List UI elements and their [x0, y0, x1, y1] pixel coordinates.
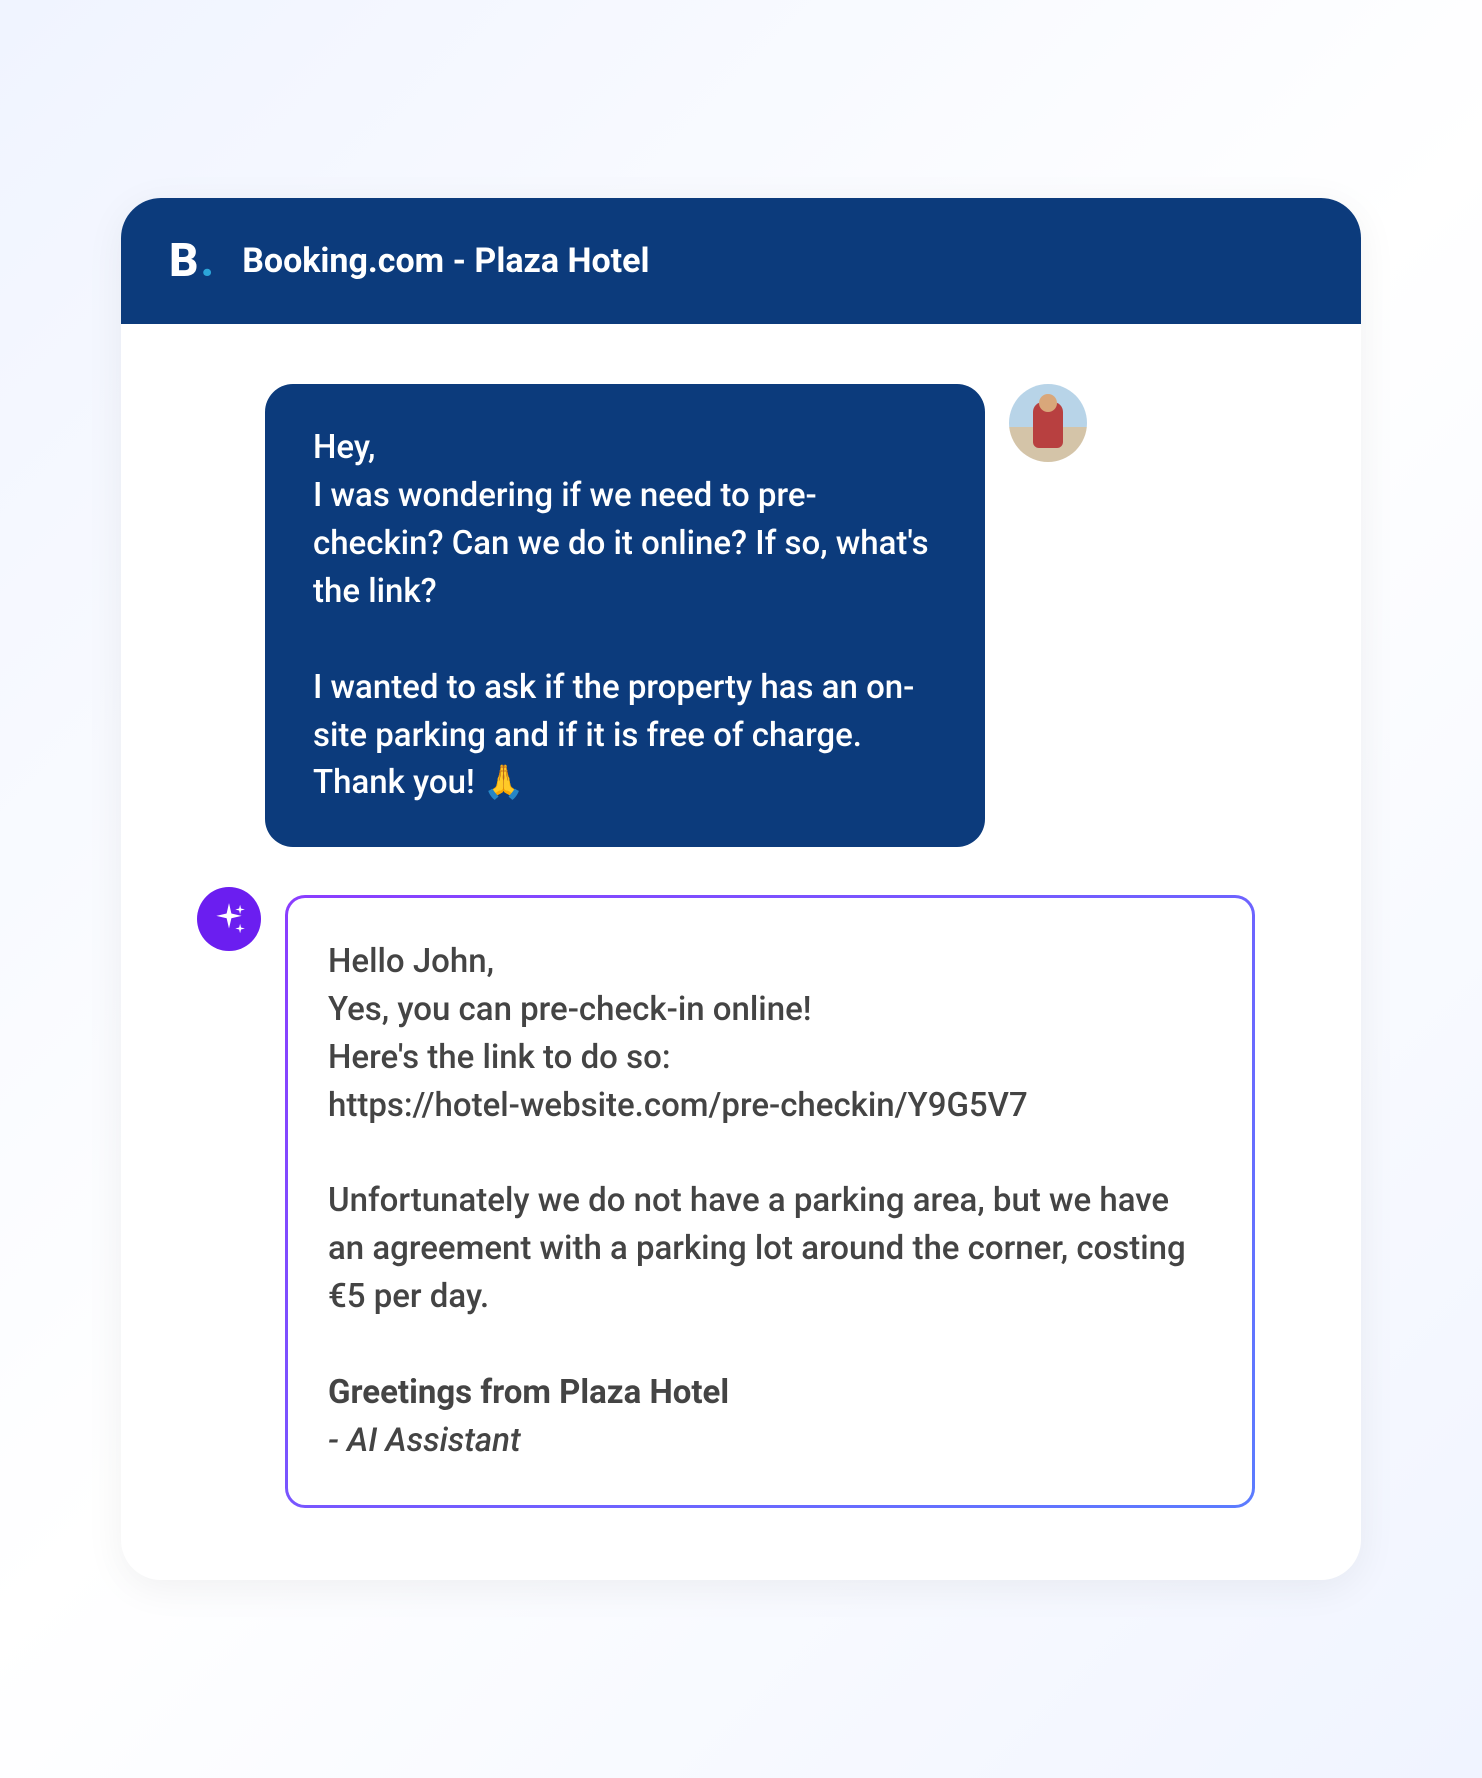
- ai-greeting: Hello John,: [328, 942, 494, 981]
- ai-message-bubble: Hello John, Yes, you can pre-check-in on…: [285, 895, 1255, 1507]
- ai-signature: - AI Assistant: [328, 1421, 521, 1460]
- chat-card: B. Booking.com - Plaza Hotel Hey, I was …: [121, 198, 1361, 1579]
- logo-letter: B: [169, 234, 199, 288]
- ai-body-2: Unfortunately we do not have a parking a…: [328, 1181, 1186, 1316]
- ai-message-row: Hello John, Yes, you can pre-check-in on…: [197, 895, 1305, 1507]
- ai-closing: Greetings from Plaza Hotel: [328, 1373, 729, 1412]
- ai-sparkle-icon: [197, 887, 261, 951]
- ai-message-content: Hello John, Yes, you can pre-check-in on…: [288, 898, 1252, 1504]
- chat-header: B. Booking.com - Plaza Hotel: [121, 198, 1361, 324]
- user-avatar: [1009, 384, 1087, 462]
- user-message-row: Hey, I was wondering if we need to pre-c…: [265, 384, 1305, 847]
- logo-dot: .: [201, 234, 215, 288]
- user-message-bubble: Hey, I was wondering if we need to pre-c…: [265, 384, 985, 847]
- chat-body: Hey, I was wondering if we need to pre-c…: [121, 324, 1361, 1579]
- booking-logo: B.: [169, 234, 214, 288]
- ai-body-1: Yes, you can pre-check-in online! Here's…: [328, 990, 1028, 1125]
- header-title: Booking.com - Plaza Hotel: [242, 241, 649, 281]
